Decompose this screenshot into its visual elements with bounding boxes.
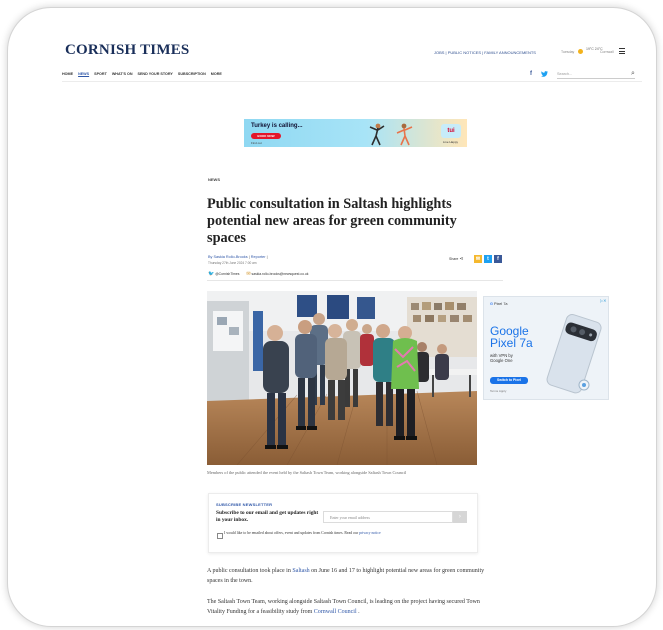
newsletter-submit-button[interactable]: › <box>453 511 467 523</box>
ad-subtitle: with VPN by Google One <box>490 353 513 363</box>
facebook-icon[interactable]: f <box>530 71 532 77</box>
ad-book-button[interactable]: BOOK NOW <box>251 133 281 139</box>
cornwall-council-link[interactable]: Cornwall Council <box>314 609 357 615</box>
twitter-icon[interactable] <box>541 71 548 79</box>
newsletter-box: SUBSCRIBE NEWSLETTER Subscribe to our em… <box>208 493 478 553</box>
byline: By Saskia Rollo-Brooks | Reporter | <box>208 255 268 259</box>
device-frame: CORNISH TIMES JOBS | PUBLIC NOTICES | FA… <box>7 7 657 627</box>
facebook-share-icon[interactable]: f <box>494 255 502 263</box>
email-icon: ✉ <box>246 271 251 277</box>
nav-item-send-story[interactable]: SEND YOUR STORY <box>138 72 173 76</box>
ad-choices-icon[interactable]: ▷✕ <box>600 298 606 303</box>
article-headline: Public consultation in Saltash highlight… <box>207 196 457 246</box>
side-ad-pixel[interactable]: G Pixel 7a ▷✕ Google Pixel 7a with VPN by… <box>483 296 609 400</box>
site-logo[interactable]: CORNISH TIMES <box>65 42 189 59</box>
nav-item-news[interactable]: NEWS <box>78 72 89 76</box>
newsletter-consent-text: I would like to be emailed about offers,… <box>224 531 381 535</box>
article-photo[interactable] <box>207 291 477 465</box>
ad-title: Turkey is calling... <box>251 123 303 129</box>
privacy-notice-link[interactable]: privacy notice <box>359 531 381 535</box>
tui-logo: tui <box>441 124 461 138</box>
ad-figures-image <box>369 123 413 146</box>
ad-small-text: Find out <box>251 141 262 145</box>
author-link[interactable]: By Saskia Rollo-Brooks <box>208 255 248 259</box>
search-icon[interactable]: ⌕ <box>631 69 635 78</box>
weather-label: Tuesday <box>561 50 575 54</box>
newsletter-label: SUBSCRIBE NEWSLETTER <box>216 502 273 507</box>
nav-item-subscription[interactable]: SUBSCRIPTION <box>178 72 206 76</box>
article-paragraph: The Saltash Town Team, working alongside… <box>207 599 480 615</box>
ad-logo-sub: Live Happy <box>443 140 459 144</box>
share-label: Share ⋖ <box>449 256 464 262</box>
menu-icon[interactable] <box>619 48 625 56</box>
newsletter-heading: Subscribe to our email and get updates r… <box>216 510 319 523</box>
newsletter-email-input[interactable]: Enter your email address <box>323 511 453 523</box>
saltash-link[interactable]: Saltash <box>292 568 309 574</box>
publish-date: Thursday 27th June 2024 7:00 am <box>208 261 257 265</box>
author-twitter[interactable]: @CornishTimes <box>215 272 239 276</box>
nav-item-whats-on[interactable]: WHAT'S ON <box>112 72 133 76</box>
page-viewport: CORNISH TIMES JOBS | PUBLIC NOTICES | FA… <box>22 19 642 619</box>
email-share-icon[interactable]: ✉ <box>474 255 482 263</box>
phone-image <box>546 314 602 394</box>
top-banner-ad[interactable]: Turkey is calling... BOOK NOW Find out t… <box>244 119 467 147</box>
newsletter-consent-checkbox[interactable] <box>217 533 223 539</box>
nav-item-more[interactable]: MORE <box>211 72 222 76</box>
weather-location: Cornwall <box>600 50 614 54</box>
author-contact: 🐦 @CornishTimes ✉ saskia.rollo-brooks@ne… <box>208 271 309 277</box>
twitter-share-icon[interactable]: t <box>484 255 492 263</box>
byline-divider <box>207 280 503 281</box>
ad-product-title: Google Pixel 7a <box>490 324 533 350</box>
author-email[interactable]: saskia.rollo-brooks@newsquest.co.uk <box>252 272 309 276</box>
ad-terms-link[interactable]: Terms Apply <box>490 389 506 393</box>
author-role: Reporter <box>250 255 266 259</box>
ad-switch-button[interactable]: Switch to Pixel <box>490 377 528 384</box>
nav-divider <box>62 81 642 82</box>
article-paragraph: A public consultation took place in Salt… <box>207 568 485 584</box>
share-icon: ⋖ <box>459 256 464 262</box>
main-nav: HOME NEWS SPORT WHAT'S ON SEND YOUR STORY SUB… <box>62 72 227 76</box>
twitter-icon: 🐦 <box>208 271 215 277</box>
nav-item-sport[interactable]: SPORT <box>94 72 107 76</box>
section-label[interactable]: NEWS <box>208 177 220 182</box>
top-links[interactable]: JOBS | PUBLIC NOTICES | FAMILY ANNOUNCEM… <box>434 50 536 55</box>
ad-google-label: G Pixel 7a <box>490 302 508 306</box>
search-input[interactable]: Search... <box>557 70 635 79</box>
photo-caption: Members of the public attended the event… <box>207 470 407 475</box>
nav-item-home[interactable]: HOME <box>62 72 73 76</box>
sun-icon <box>578 49 583 54</box>
